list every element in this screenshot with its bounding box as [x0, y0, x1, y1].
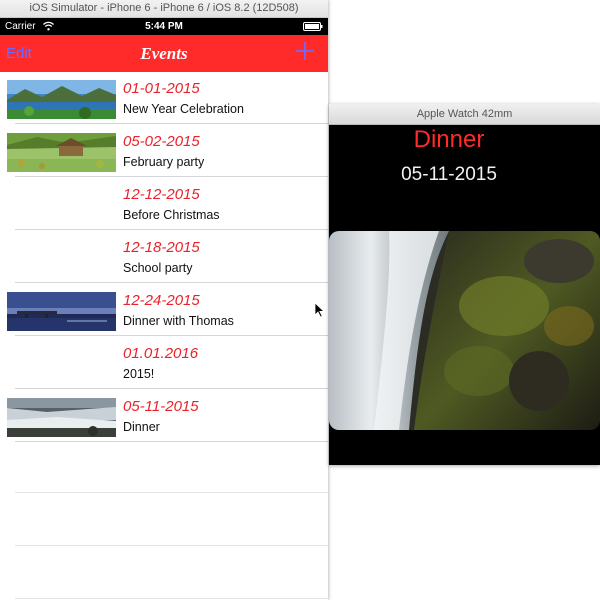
- mouse-cursor-icon: [314, 302, 325, 318]
- row-separator: [15, 176, 328, 177]
- empty-row-separator: [15, 492, 328, 493]
- event-name: School party: [123, 261, 193, 275]
- watch-event-name: Dinner: [413, 126, 485, 153]
- watch-title-bar[interactable]: Apple Watch 42mm: [329, 104, 600, 125]
- event-name: February party: [123, 155, 205, 169]
- empty-row-separator: [15, 545, 328, 546]
- row-separator: [15, 282, 328, 283]
- night-bridge-image: [7, 292, 116, 331]
- simulator-title-bar[interactable]: iOS Simulator - iPhone 6 - iPhone 6 / iO…: [0, 0, 328, 18]
- event-name: Dinner: [123, 420, 160, 434]
- status-time: 5:44 PM: [145, 21, 183, 32]
- list-item[interactable]: 12-18-2015 School party: [0, 231, 328, 283]
- row-separator: [15, 123, 328, 124]
- waterfall-image: [329, 231, 600, 430]
- event-name: 2015!: [123, 367, 155, 381]
- apple-watch-window: Apple Watch 42mm Dinner 05-11-2015: [329, 104, 600, 465]
- page-title: Events: [140, 44, 188, 63]
- event-name: New Year Celebration: [123, 102, 244, 116]
- navigation-bar: Edit Events: [0, 35, 328, 72]
- list-item[interactable]: 05-11-2015 Dinner: [0, 390, 328, 442]
- list-item[interactable]: 12-24-2015 Dinner with Thomas: [0, 284, 328, 336]
- list-item[interactable]: 12-12-2015 Before Christmas: [0, 178, 328, 230]
- watch-event-date: 05-11-2015: [401, 164, 497, 185]
- event-date: 12-12-2015: [123, 186, 200, 203]
- event-list[interactable]: 01-01-2015 New Year Celebration 05-02-20…: [0, 72, 328, 600]
- lake-mountain-image: [7, 80, 116, 119]
- meadow-cabin-image: [7, 133, 116, 172]
- row-separator: [15, 441, 328, 442]
- event-date: 12-24-2015: [123, 292, 200, 309]
- list-item[interactable]: 05-02-2015 February party: [0, 125, 328, 177]
- list-item[interactable]: 01-01-2015 New Year Celebration: [0, 72, 328, 124]
- event-date: 12-18-2015: [123, 239, 200, 256]
- plus-icon[interactable]: [294, 40, 316, 62]
- event-name: Before Christmas: [123, 208, 220, 222]
- event-name: Dinner with Thomas: [123, 314, 234, 328]
- empty-row-separator: [15, 598, 328, 599]
- row-separator: [15, 388, 328, 389]
- ios-simulator-window: iOS Simulator - iPhone 6 - iPhone 6 / iO…: [0, 0, 328, 600]
- row-separator: [15, 335, 328, 336]
- event-date: 05-11-2015: [123, 398, 199, 415]
- event-date: 05-02-2015: [123, 133, 200, 150]
- status-bar: Carrier 5:44 PM: [0, 18, 328, 35]
- event-date: 01-01-2015: [123, 80, 200, 97]
- battery-icon: [303, 22, 323, 31]
- desktop: iOS Simulator - iPhone 6 - iPhone 6 / iO…: [0, 0, 600, 600]
- row-separator: [15, 229, 328, 230]
- event-date: 01.01.2016: [123, 345, 199, 362]
- river-rapids-image: [7, 398, 116, 437]
- list-item[interactable]: 01.01.2016 2015!: [0, 337, 328, 389]
